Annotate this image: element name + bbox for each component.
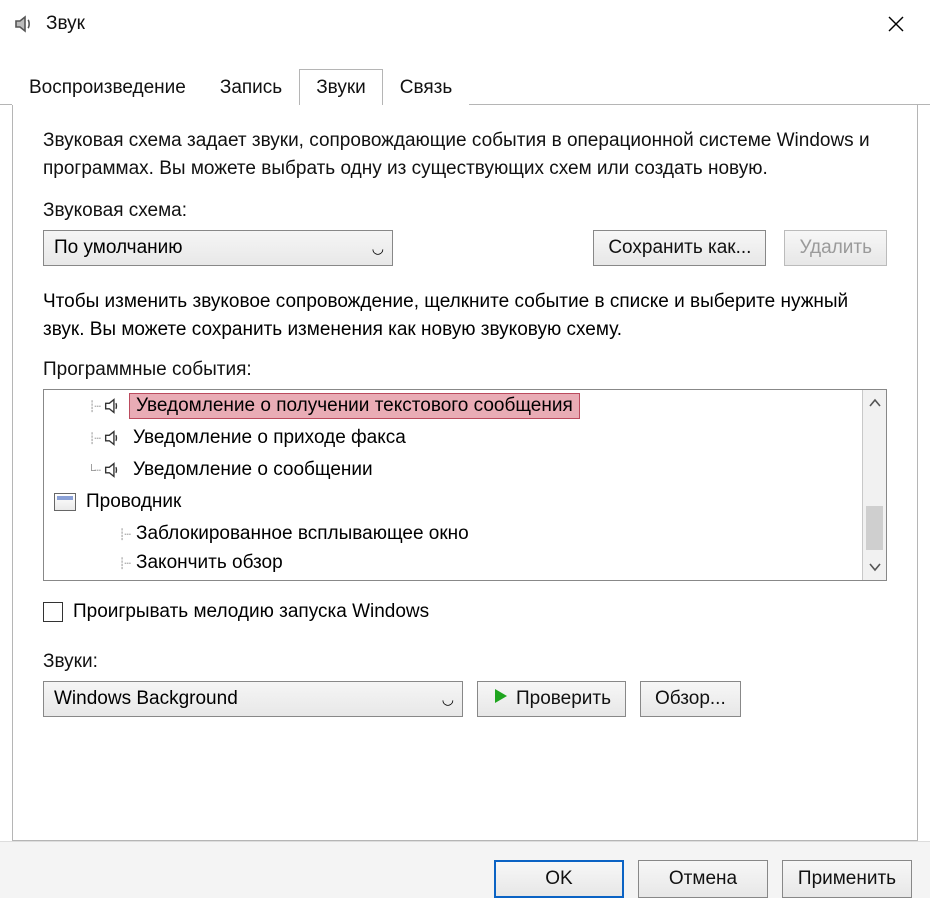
speaker-icon (102, 427, 124, 449)
event-item[interactable]: └┄ Уведомление о сообщении (44, 454, 862, 486)
event-item[interactable]: ┊┄ Заблокированное всплывающее окно (44, 518, 862, 550)
speaker-icon (102, 459, 124, 481)
apply-button[interactable]: Применить (782, 860, 912, 898)
ok-button[interactable]: OK (494, 860, 624, 898)
scheme-combobox[interactable]: По умолчанию ◡ (43, 230, 393, 266)
startup-sound-checkbox[interactable] (43, 602, 63, 622)
events-label: Программные события: (43, 359, 887, 381)
delete-button: Удалить (784, 230, 887, 266)
cancel-button[interactable]: Отмена (638, 860, 768, 898)
tab-playback[interactable]: Воспроизведение (12, 69, 203, 105)
sound-value: Windows Background (54, 688, 238, 710)
close-button[interactable] (872, 4, 920, 44)
scheme-label: Звуковая схема: (43, 200, 887, 222)
event-group[interactable]: Проводник (44, 486, 862, 518)
browse-button[interactable]: Обзор... (640, 681, 741, 717)
sound-file-combobox[interactable]: Windows Background ◡ (43, 681, 463, 717)
event-label: Заблокированное всплывающее окно (132, 523, 473, 545)
group-label: Проводник (82, 491, 185, 513)
event-item[interactable]: ┊┄ Уведомление о получении текстового со… (44, 390, 862, 422)
scroll-up-button[interactable] (863, 390, 886, 416)
app-group-icon (54, 493, 76, 511)
startup-sound-label: Проигрывать мелодию запуска Windows (73, 601, 429, 623)
scheme-description: Звуковая схема задает звуки, сопровождаю… (43, 127, 887, 182)
scroll-thumb[interactable] (866, 506, 883, 550)
listbox-scrollbar[interactable] (862, 390, 886, 580)
scheme-value: По умолчанию (54, 237, 183, 259)
titlebar: Звук (0, 0, 930, 48)
test-button[interactable]: Проверить (477, 681, 626, 717)
chevron-down-icon: ◡ (442, 691, 454, 708)
sound-dialog: Звук Воспроизведение Запись Звуки Связь … (0, 0, 930, 898)
events-listbox[interactable]: ┊┄ Уведомление о получении текстового со… (43, 389, 887, 581)
chevron-down-icon: ◡ (372, 240, 384, 257)
dialog-footer: OK Отмена Применить (0, 841, 930, 898)
sounds-label: Звуки: (43, 651, 887, 673)
sound-app-icon (12, 12, 36, 36)
event-item[interactable]: ┊┄ Закончить обзор (44, 550, 862, 576)
tab-recording[interactable]: Запись (203, 69, 299, 105)
play-icon (492, 687, 510, 711)
event-label: Уведомление о получении текстового сообщ… (129, 393, 580, 419)
window-title: Звук (46, 13, 85, 35)
scroll-down-button[interactable] (863, 554, 886, 580)
event-label: Уведомление о приходе факса (129, 427, 410, 449)
tab-communications[interactable]: Связь (383, 69, 470, 105)
event-label: Уведомление о сообщении (129, 459, 377, 481)
event-item[interactable]: ┊┄ Уведомление о приходе факса (44, 422, 862, 454)
event-label: Закончить обзор (132, 552, 287, 574)
speaker-icon (102, 395, 124, 417)
sounds-panel: Звуковая схема задает звуки, сопровождаю… (12, 105, 918, 841)
save-as-button[interactable]: Сохранить как... (593, 230, 766, 266)
tab-bar: Воспроизведение Запись Звуки Связь (0, 68, 930, 105)
events-tree: ┊┄ Уведомление о получении текстового со… (44, 390, 862, 580)
tab-sounds[interactable]: Звуки (299, 69, 383, 105)
events-description: Чтобы изменить звуковое сопровождение, щ… (43, 288, 887, 343)
